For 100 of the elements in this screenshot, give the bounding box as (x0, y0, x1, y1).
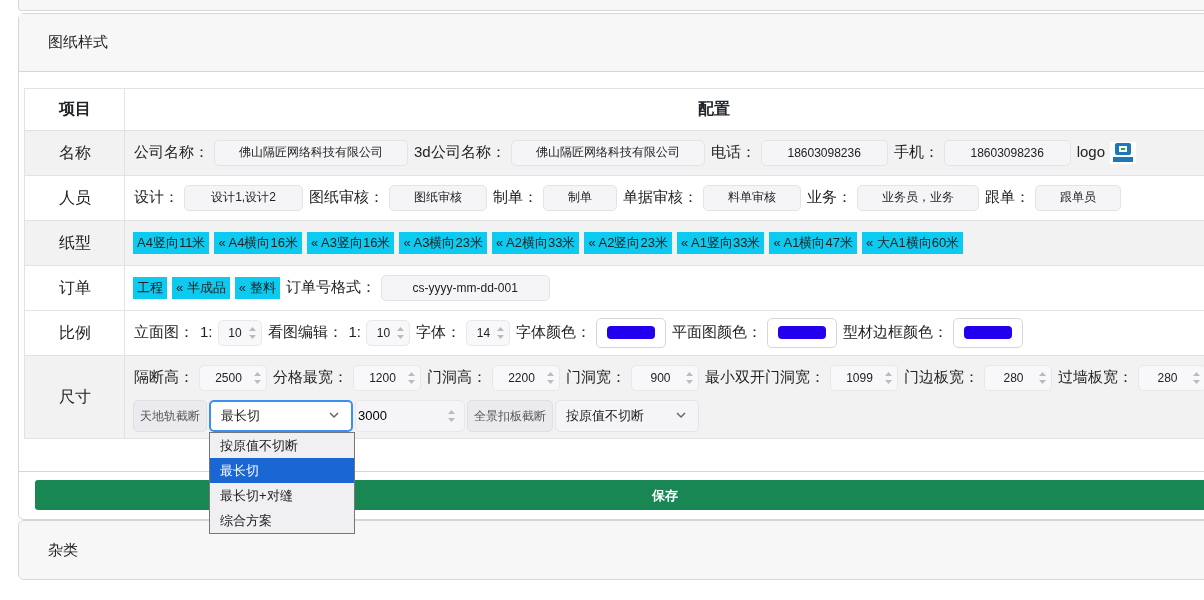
dropdown-option[interactable]: 综合方案 (210, 507, 354, 533)
field-label: 最小双开门洞宽： (705, 367, 825, 388)
ratio-prefix: 1: (348, 322, 362, 343)
row-label: 纸型 (58, 233, 91, 251)
field-label: 分格最宽： (273, 367, 348, 388)
number-field[interactable]: 1099 (830, 364, 898, 391)
number-field[interactable]: 280 (984, 364, 1052, 391)
field-label: 字体： (416, 322, 462, 343)
tag[interactable]: A4竖向11米 (133, 231, 210, 254)
text-input[interactable]: 18603098236 (760, 139, 888, 166)
tag[interactable]: « A1竖向33米 (676, 231, 765, 254)
chevron-down-icon (329, 412, 339, 419)
field-label: 跟单： (985, 187, 1030, 208)
dropdown-option[interactable]: 最长切 (210, 457, 354, 483)
row-label: 名称 (58, 143, 91, 161)
tag[interactable]: « 整料 (234, 276, 280, 299)
number-input[interactable]: 2500 (208, 368, 249, 387)
field-label: 隔断高： (134, 367, 194, 388)
section-title[interactable]: 杂类 (48, 540, 78, 558)
tag[interactable]: « 大A1横向60米 (861, 231, 964, 254)
text-input[interactable]: 料单审核 (703, 184, 801, 211)
spinner-icon (884, 370, 893, 385)
tag[interactable]: « A4横向16米 (214, 231, 302, 254)
number-field[interactable]: 10 (366, 319, 411, 346)
input-addon: 天地轨截断 (133, 399, 207, 432)
number-input[interactable]: 2200 (501, 368, 542, 387)
column-header: 项目 (24, 88, 125, 130)
spinner-icon (546, 370, 555, 385)
tag[interactable]: 工程 (133, 276, 167, 299)
tag[interactable]: « A2竖向23米 (584, 231, 672, 254)
field-label: 过墙板宽： (1058, 367, 1133, 388)
spinner-icon (496, 325, 506, 340)
dropdown-option[interactable]: 按原值不切断 (210, 432, 354, 458)
number-field[interactable]: 2200 (492, 364, 560, 391)
field-label: 图纸审核： (309, 187, 384, 208)
number-input[interactable]: 280 (1147, 368, 1188, 387)
number-input[interactable]: 1099 (839, 368, 880, 387)
number-field[interactable]: 10 (217, 319, 262, 346)
text-input[interactable]: 设计1,设计2 (184, 184, 303, 211)
spinner-icon (247, 325, 257, 340)
number-input[interactable]: 14 (475, 323, 493, 342)
number-field[interactable]: 280 (1138, 364, 1204, 391)
field-label: 看图编辑： (267, 322, 343, 343)
number-input[interactable]: 280 (993, 368, 1034, 387)
text-input[interactable]: 佛山隔匠网络科技有限公司 (214, 139, 408, 166)
row-label: 比例 (58, 323, 91, 341)
row-label: 订单 (58, 278, 91, 296)
dropdown-option[interactable]: 最长切+对缝 (210, 482, 354, 508)
number-input[interactable]: 900 (640, 368, 681, 387)
text-input[interactable]: 跟单员 (1035, 184, 1121, 211)
field-label: 公司名称： (134, 142, 209, 163)
text-input[interactable]: 佛山隔匠网络科技有限公司 (510, 139, 705, 166)
row-label: 人员 (58, 188, 91, 206)
spinner-icon (253, 370, 262, 385)
number-input[interactable]: 10 (375, 323, 393, 342)
number-field[interactable]: 1200 (353, 364, 421, 391)
field-label: 3d公司名称： (414, 142, 506, 163)
tag[interactable]: « A2横向33米 (491, 231, 580, 254)
number-field[interactable]: 14 (466, 319, 511, 346)
section-title[interactable]: 图纸样式 (48, 33, 108, 50)
field-label: 立面图： (134, 322, 194, 343)
text-input[interactable]: 图纸审核 (389, 184, 487, 211)
field-label: 制单： (493, 187, 538, 208)
spinner-icon (396, 325, 406, 340)
spinner-icon (407, 370, 416, 385)
number-input[interactable]: 1200 (362, 368, 403, 387)
spinner-icon (447, 408, 456, 423)
number-field[interactable]: 3000 (355, 399, 465, 432)
field-label: 设计： (134, 187, 179, 208)
field-label: 字体颜色： (516, 322, 592, 343)
text-input[interactable]: 18603098236 (943, 139, 1071, 166)
input-addon: 全景扣板截断 (467, 399, 553, 432)
spinner-icon (685, 370, 694, 385)
logo-icon (1110, 141, 1137, 164)
color-picker[interactable] (953, 317, 1024, 348)
text-input[interactable]: 业务员，业务 (857, 184, 979, 211)
chevron-down-icon (676, 412, 686, 419)
text-input[interactable]: 制单 (543, 184, 617, 211)
field-label: 平面图颜色： (672, 322, 763, 343)
tag[interactable]: « A3竖向16米 (306, 231, 395, 254)
color-picker[interactable] (767, 317, 838, 348)
number-field[interactable]: 2500 (199, 364, 267, 391)
number-input[interactable]: 3000 (358, 405, 418, 426)
ratio-prefix: 1: (200, 322, 213, 343)
field-label: 业务： (807, 187, 852, 208)
tag[interactable]: « A1横向47米 (769, 231, 857, 254)
select-dropdown[interactable]: 按原值不切断 (555, 399, 699, 432)
number-input[interactable]: 10 (226, 323, 244, 342)
number-field[interactable]: 900 (631, 364, 699, 391)
field-label: 门洞高： (427, 367, 487, 388)
field-label: 订单号格式： (285, 277, 376, 298)
text-input[interactable]: cs-yyyy-mm-dd-001 (380, 274, 550, 301)
tag[interactable]: « A3横向23米 (399, 231, 487, 254)
spinner-icon (1038, 370, 1047, 385)
color-picker[interactable] (596, 317, 667, 348)
field-label: 手机： (893, 142, 939, 163)
field-label: 门洞宽： (566, 367, 626, 388)
tag[interactable]: « 半成品 (172, 276, 230, 299)
spinner-icon (1192, 370, 1201, 385)
column-header: 配置 (124, 88, 1204, 130)
